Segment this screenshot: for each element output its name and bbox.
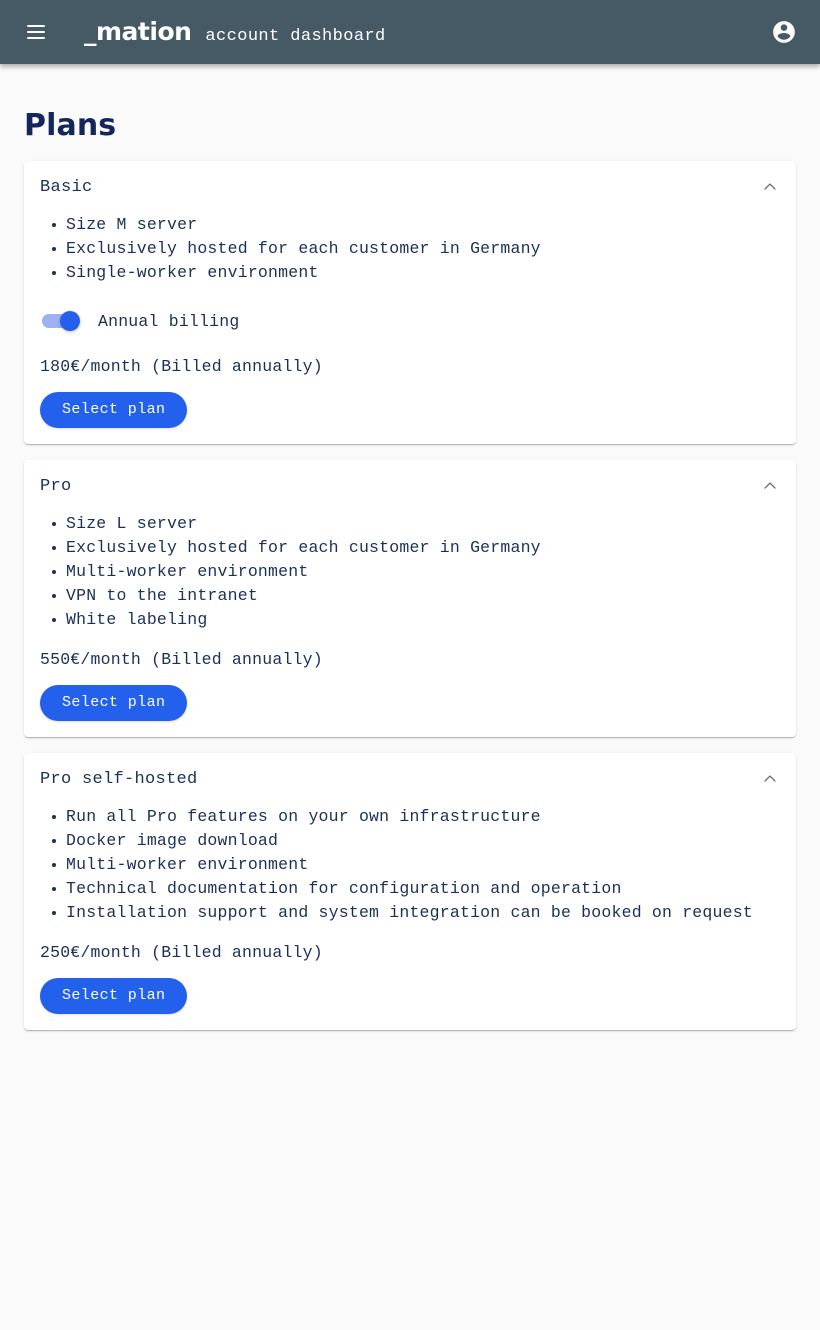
- feature-list: Run all Pro features on your own infrast…: [40, 805, 780, 925]
- plan-name: Basic: [40, 177, 93, 197]
- hamburger-menu-button[interactable]: [16, 12, 56, 52]
- account-button[interactable]: [764, 12, 804, 52]
- brand-logo: _mation: [84, 17, 192, 46]
- plan-card-header-pro[interactable]: Pro: [24, 460, 796, 512]
- plan-card-body-pro-self-hosted: Run all Pro features on your own infrast…: [24, 805, 796, 1030]
- chevron-up-icon[interactable]: [760, 769, 780, 789]
- list-item: Technical documentation for configuratio…: [52, 877, 780, 901]
- annual-billing-label: Annual billing: [98, 311, 240, 331]
- list-item: Installation support and system integrat…: [52, 901, 780, 925]
- plan-name: Pro self-hosted: [40, 769, 198, 789]
- page-content: Plans Basic Size M server Exclusively ho…: [0, 64, 820, 1030]
- plan-price: 550€/month (Billed annually): [40, 650, 323, 669]
- select-plan-button[interactable]: Select plan: [40, 392, 188, 428]
- plan-name: Pro: [40, 476, 72, 496]
- brand: _mation account dashboard: [84, 19, 764, 45]
- list-item: Run all Pro features on your own infrast…: [52, 805, 780, 829]
- annual-billing-toggle-row: Annual billing: [40, 311, 780, 331]
- brand-subtitle: account dashboard: [205, 27, 386, 46]
- list-item: Docker image download: [52, 829, 780, 853]
- list-item: Exclusively hosted for each customer in …: [52, 536, 780, 560]
- hamburger-menu-icon: [27, 25, 45, 39]
- list-item: White labeling: [52, 608, 780, 632]
- chevron-up-icon[interactable]: [760, 476, 780, 496]
- app-header: _mation account dashboard: [0, 0, 820, 64]
- plan-card-pro: Pro Size L server Exclusively hosted for…: [24, 460, 796, 737]
- feature-list: Size L server Exclusively hosted for eac…: [40, 512, 780, 632]
- plan-price: 250€/month (Billed annually): [40, 943, 323, 962]
- list-item: Size L server: [52, 512, 780, 536]
- list-item: Single-worker environment: [52, 261, 780, 285]
- account-circle-icon: [771, 19, 797, 45]
- toggle-thumb: [60, 311, 80, 331]
- list-item: Multi-worker environment: [52, 560, 780, 584]
- list-item: Exclusively hosted for each customer in …: [52, 237, 780, 261]
- plan-card-body-basic: Size M server Exclusively hosted for eac…: [24, 213, 796, 444]
- list-item: VPN to the intranet: [52, 584, 780, 608]
- select-plan-button[interactable]: Select plan: [40, 685, 188, 721]
- page-title: Plans: [24, 108, 117, 143]
- chevron-up-icon[interactable]: [760, 177, 780, 197]
- plan-price: 180€/month (Billed annually): [40, 357, 323, 376]
- plan-card-header-pro-self-hosted[interactable]: Pro self-hosted: [24, 753, 796, 805]
- list-item: Multi-worker environment: [52, 853, 780, 877]
- plan-card-body-pro: Size L server Exclusively hosted for eac…: [24, 512, 796, 737]
- plan-card-pro-self-hosted: Pro self-hosted Run all Pro features on …: [24, 753, 796, 1030]
- list-item: Size M server: [52, 213, 780, 237]
- plan-card-header-basic[interactable]: Basic: [24, 161, 796, 213]
- annual-billing-toggle[interactable]: [42, 311, 80, 331]
- feature-list: Size M server Exclusively hosted for eac…: [40, 213, 780, 285]
- plan-card-basic: Basic Size M server Exclusively hosted f…: [24, 161, 796, 444]
- select-plan-button[interactable]: Select plan: [40, 978, 188, 1014]
